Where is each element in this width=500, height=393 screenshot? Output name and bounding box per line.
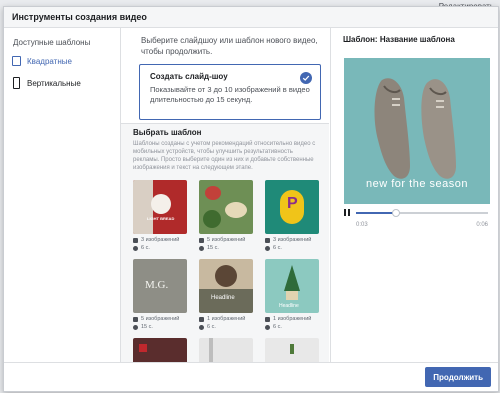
images-icon [265,237,270,243]
template-duration: 6 с. [273,324,282,330]
template-thumbnail: Headline [265,259,319,313]
template-tile[interactable] [265,338,319,363]
template-tile[interactable]: Headline 1 изображений 6 с. [265,259,319,331]
intro-text: Выберите слайдшоу или шаблон нового виде… [141,36,318,56]
template-preview-video[interactable]: new for the season [344,58,490,204]
clock-icon [133,324,138,330]
template-thumbnail [133,338,187,363]
dialog-title: Инструменты создания видео [4,7,498,28]
template-tile[interactable]: LIGHT BREAD 3 изображений 6 с. [133,180,187,252]
images-icon [133,316,138,322]
template-thumb-text: Headline [279,303,299,309]
clock-icon [265,324,270,330]
video-player-controls: 0:03 0:06 [344,207,490,233]
template-thumbnail [265,338,319,363]
time-elapsed: 0:03 [356,222,368,228]
pause-icon[interactable] [344,209,350,216]
template-images-count: 1 изображений [273,316,312,322]
progress-track[interactable] [356,209,488,217]
template-thumb-text: LIGHT BREAD [147,216,175,221]
center-panel: Выберите слайдшоу или шаблон нового виде… [121,28,329,363]
templates-heading: Выбрать шаблон [133,128,202,137]
template-thumbnail: LIGHT BREAD [133,180,187,234]
nav-item-label: Квадратные [27,56,72,66]
template-duration: 6 с. [273,245,282,251]
template-duration: 15 с. [207,245,219,251]
template-tile[interactable]: 5 изображений 15 с. [199,180,253,252]
nav-item-label: Вертикальные [27,78,81,88]
templates-grid: LIGHT BREAD 3 изображений 6 с. 5 изображ [133,180,321,363]
clock-icon [265,245,270,251]
template-duration: 15 с. [141,324,153,330]
continue-button[interactable]: Продолжить [425,367,491,387]
template-tile[interactable] [199,338,253,363]
progress-fill [356,212,396,214]
template-images-count: 5 изображений [141,316,180,322]
preview-panel: Шаблон: Название шаблона new for the sea… [330,28,498,363]
template-tile[interactable]: P 3 изображений 6 с. [265,180,319,252]
template-images-count: 3 изображений [273,237,312,243]
time-total: 0:06 [476,222,488,228]
dialog-footer: Продолжить [4,362,498,391]
images-icon [133,237,138,243]
create-slideshow-description: Показывайте от 3 до 10 изображений в вид… [150,85,310,104]
template-thumbnail: P [265,180,319,234]
clock-icon [199,324,204,330]
nav-item-square[interactable]: Квадратные [4,53,120,69]
preview-overlay-text: new for the season [366,178,468,190]
images-icon [265,316,270,322]
template-thumbnail [199,338,253,363]
template-images-count: 3 изображений [141,237,180,243]
images-icon [199,237,204,243]
templates-description: Шаблоны созданы с учетом рекомендаций от… [133,141,316,171]
template-images-count: 1 изображений [207,316,246,322]
templates-section: Выбрать шаблон Шаблоны созданы с учетом … [121,123,329,363]
template-duration: 6 с. [207,324,216,330]
template-tile[interactable]: M.G. 5 изображений 15 с. [133,259,187,331]
nav-heading: Доступные шаблоны [13,38,91,47]
square-format-icon [12,56,21,66]
nav-item-vertical[interactable]: Вертикальные [4,75,120,91]
images-icon [199,316,204,322]
template-thumb-text: P [287,195,298,212]
create-slideshow-card[interactable]: Создать слайд-шоу Показывайте от 3 до 10… [139,64,321,120]
create-slideshow-title: Создать слайд-шоу [150,72,228,81]
template-tile[interactable]: Headline 1 изображений 6 с. [199,259,253,331]
template-thumbnail: M.G. [133,259,187,313]
template-thumbnail: Headline [199,259,253,313]
video-tools-dialog: Инструменты создания видео Доступные шаб… [3,6,499,392]
template-thumbnail [199,180,253,234]
template-duration: 6 с. [141,245,150,251]
selected-check-icon [300,72,312,84]
vertical-format-icon [13,77,20,89]
template-tile[interactable] [133,338,187,363]
template-thumb-text: Headline [211,295,235,301]
template-nav: Доступные шаблоны Квадратные Вертикальны… [4,28,121,391]
progress-knob[interactable] [391,209,400,217]
template-thumb-text: M.G. [145,279,169,291]
clock-icon [199,245,204,251]
clock-icon [133,245,138,251]
preview-title: Шаблон: Название шаблона [343,35,455,44]
template-images-count: 5 изображений [207,237,246,243]
